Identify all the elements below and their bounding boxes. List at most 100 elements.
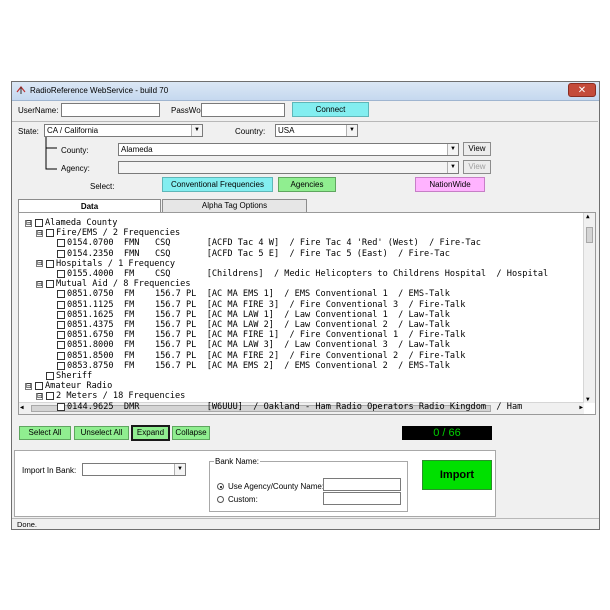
tree-expander-icon[interactable]: ⊟ [36,229,43,237]
tree-expander-icon[interactable]: ⊟ [25,382,32,390]
connect-button[interactable]: Connect [292,102,369,117]
state-label: State: [18,127,39,136]
tree-group-row[interactable]: Fire/EMS / 2 Frequencies [56,228,180,238]
scroll-right-icon[interactable]: ▶ [579,404,583,411]
import-bank-select[interactable]: ▼ [82,463,186,476]
tree-group-row[interactable]: Alameda County [45,218,117,228]
chevron-down-icon[interactable]: ▼ [447,162,458,173]
row-checkbox[interactable] [57,290,65,299]
row-checkbox[interactable] [57,239,65,248]
row-checkbox[interactable] [57,310,65,319]
bank-name-title: Bank Name: [214,457,261,466]
county-select[interactable]: Alameda ▼ [118,143,459,156]
select-label: Select: [90,182,115,191]
select-all-button[interactable]: Select All [19,426,71,440]
row-checkbox[interactable] [35,219,43,227]
conventional-frequencies-button[interactable]: Conventional Frequencies [162,177,273,192]
frequency-row[interactable]: 0154.0700 FMN CSQ [ACFD Tac 4 W] / Fire … [67,238,481,248]
custom-label: Custom: [228,495,258,504]
agencies-button[interactable]: Agencies [278,177,336,192]
frequency-row[interactable]: 0155.4000 FM CSQ [Childrens] / Medic Hel… [67,269,548,279]
scroll-up-icon[interactable]: ▲ [586,213,590,220]
frequency-row[interactable]: 0853.8750 FM 156.7 PL [AC MA EMS 2] / EM… [67,361,450,371]
password-input[interactable] [201,103,285,117]
row-checkbox[interactable] [57,249,65,258]
close-icon[interactable]: ✕ [568,83,596,97]
county-label: County: [61,146,89,155]
frequency-row[interactable]: 0851.8000 FM 156.7 PL [AC MA LAW 3] / La… [67,340,450,350]
row-checkbox[interactable] [57,351,65,360]
tree-group-row[interactable]: Amateur Radio [45,381,112,391]
frequency-row[interactable]: 0851.6750 FM 156.7 PL [AC MA FIRE 1] / F… [67,330,465,340]
frequency-row[interactable]: 0144.9625 DMR [W6UUU] / Oakland - Ham Ra… [67,402,522,412]
use-agency-input[interactable] [323,478,401,491]
tree-group-row[interactable]: Mutual Aid / 8 Frequencies [56,279,191,289]
import-bank-label: Import In Bank: [22,466,77,475]
antenna-app-icon [16,86,26,94]
frequency-row[interactable]: 0154.2350 FMN CSQ [ACFD Tac 5 E] / Fire … [67,249,450,259]
row-checkbox[interactable] [57,270,65,278]
import-button[interactable]: Import [422,460,492,490]
tree-expander-icon[interactable]: ⊟ [36,260,43,268]
row-checkbox[interactable] [46,392,54,401]
custom-input[interactable] [323,492,401,505]
state-select[interactable]: CA / California ▼ [44,124,203,137]
selection-counter: 0 / 66 [402,426,492,440]
custom-radio[interactable] [217,496,224,503]
tab-data[interactable]: Data [18,199,161,213]
collapse-button[interactable]: Collapse [172,426,210,440]
row-checkbox[interactable] [57,361,65,370]
row-checkbox[interactable] [57,341,65,350]
view-agency-button[interactable]: View [463,160,491,174]
chevron-down-icon[interactable]: ▼ [191,125,202,136]
row-checkbox[interactable] [35,382,43,391]
status-bar: Done. [12,518,599,530]
state-value: CA / California [47,126,99,135]
vertical-scrollbar[interactable]: ▲ ▼ [583,213,595,403]
frequency-tree[interactable]: ▲ ▼ ◀ ▶ ⊟ Alameda County ⊟ Fire/EMS / 2 Fre… [18,212,596,415]
scroll-down-icon[interactable]: ▼ [586,396,590,403]
country-value: USA [278,126,295,135]
row-checkbox[interactable] [57,331,65,340]
tree-expander-icon[interactable]: ⊟ [36,392,43,400]
use-agency-label: Use Agency/County Name: [228,482,325,491]
unselect-all-button[interactable]: Unselect All [74,426,129,440]
county-value: Alameda [121,145,153,154]
tree-group-row[interactable]: 2 Meters / 18 Frequencies [56,391,185,401]
agency-label: Agency: [61,164,90,173]
frequency-row[interactable]: 0851.1625 FM 156.7 PL [AC MA LAW 1] / La… [67,310,450,320]
frequency-row[interactable]: 0851.1125 FM 156.7 PL [AC MA FIRE 3] / F… [67,300,465,310]
tree-group-row[interactable]: Sheriff [56,371,92,381]
nationwide-button[interactable]: NationWide [415,177,485,192]
chevron-down-icon[interactable]: ▼ [174,464,185,475]
row-checkbox[interactable] [46,259,54,268]
chevron-down-icon[interactable]: ▼ [447,144,458,155]
country-label: Country: [235,127,266,136]
frequency-row[interactable]: 0851.4375 FM 156.7 PL [AC MA LAW 2] / La… [67,320,450,330]
expand-button[interactable]: Expand [131,425,170,441]
tree-expander-icon[interactable]: ⊟ [25,219,32,227]
tree-expander-icon[interactable]: ⊟ [36,280,43,288]
row-checkbox[interactable] [46,280,54,289]
title-bar[interactable]: RadioReference WebService - build 70 ✕ [12,82,599,101]
tab-alpha-tag-options[interactable]: Alpha Tag Options [162,199,307,212]
hierarchy-connector [45,137,57,170]
row-checkbox[interactable] [46,372,54,380]
view-county-button[interactable]: View [463,142,491,156]
use-agency-radio[interactable] [217,483,224,490]
agency-select[interactable]: ▼ [118,161,459,174]
scroll-left-icon[interactable]: ◀ [20,404,24,411]
window-title: RadioReference WebService - build 70 [30,86,169,95]
row-checkbox[interactable] [57,321,65,329]
row-checkbox[interactable] [57,300,65,309]
username-input[interactable] [61,103,160,117]
frequency-row[interactable]: 0851.0750 FM 156.7 PL [AC MA EMS 1] / EM… [67,289,450,299]
divider [12,121,598,122]
country-select[interactable]: USA ▼ [275,124,358,137]
tree-group-row[interactable]: Hospitals / 1 Frequency [56,259,175,269]
frequency-row[interactable]: 0851.8500 FM 156.7 PL [AC MA FIRE 2] / F… [67,351,465,361]
row-checkbox[interactable] [57,402,65,411]
scroll-thumb[interactable] [586,227,593,243]
chevron-down-icon[interactable]: ▼ [346,125,357,136]
row-checkbox[interactable] [46,229,54,238]
